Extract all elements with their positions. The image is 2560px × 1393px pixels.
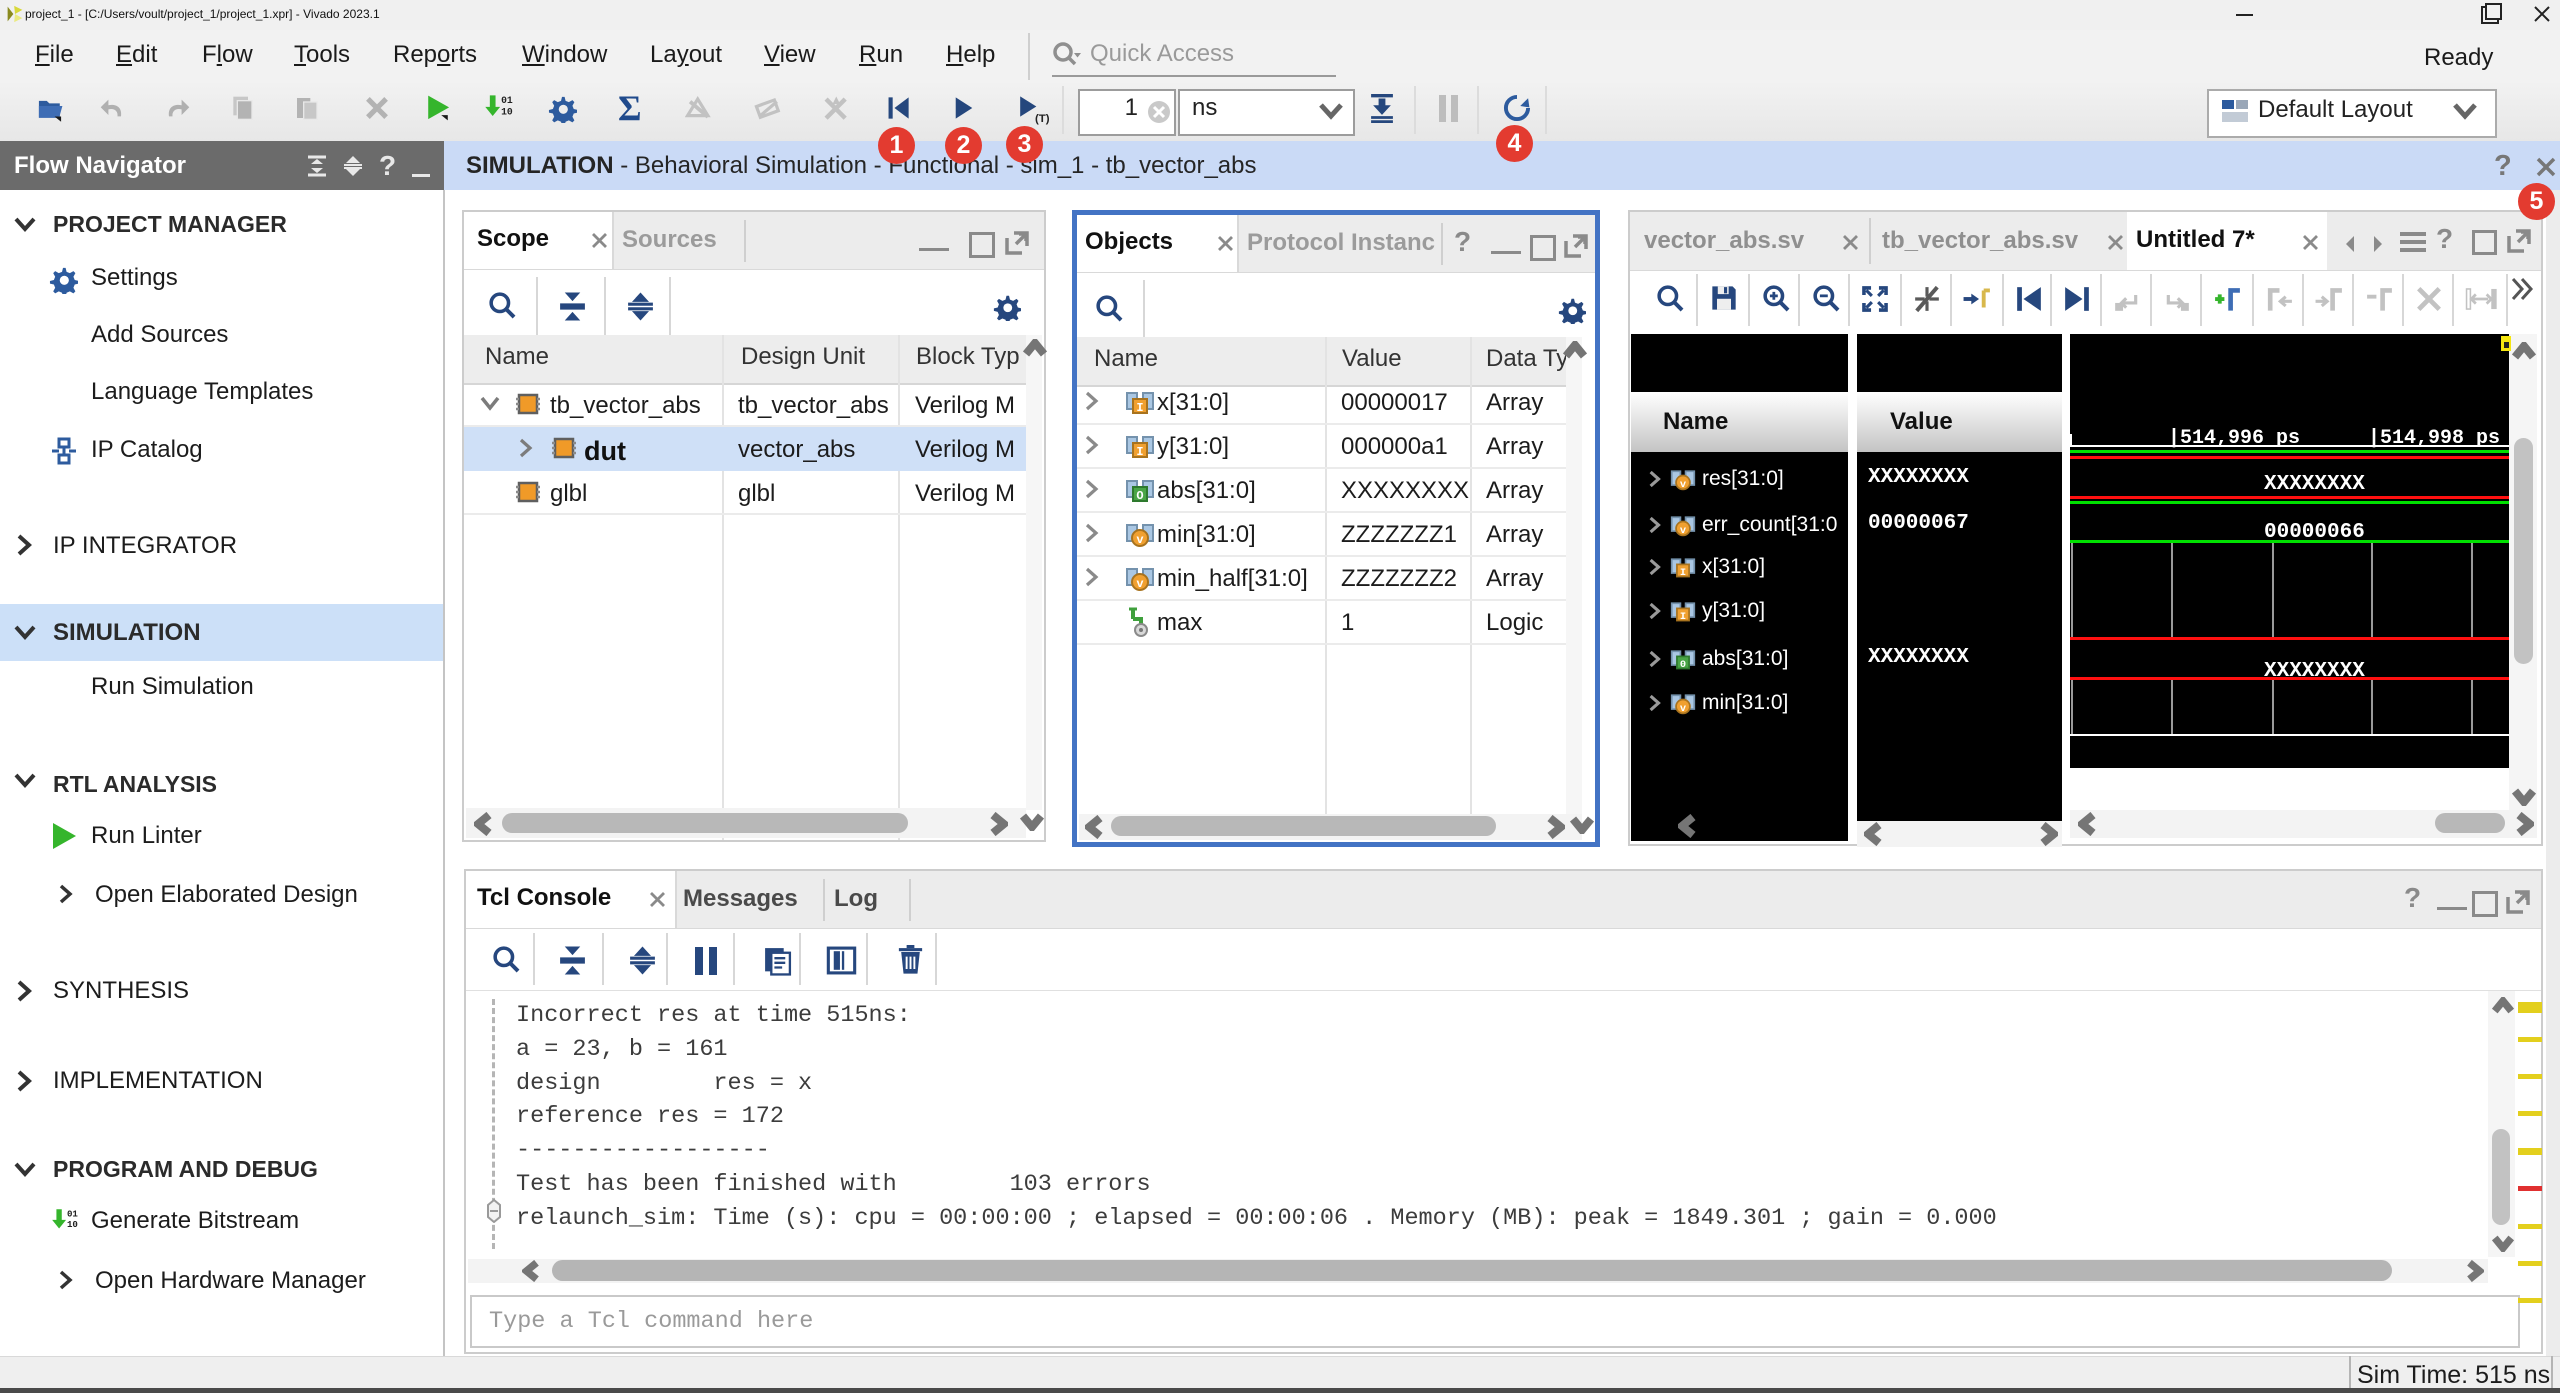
svg-text:I: I [1136,445,1143,459]
svg-text:v: v [1136,577,1143,591]
svg-text:I: I [1136,401,1143,415]
svg-text:01: 01 [501,95,513,106]
svg-text:v: v [1136,533,1143,547]
svg-text:0: 0 [1680,659,1686,671]
svg-text:I: I [1680,611,1686,623]
svg-text:(T): (T) [1035,113,1050,125]
svg-text:v: v [1680,479,1687,491]
svg-text:I: I [1680,567,1686,579]
svg-text:01: 01 [67,1208,78,1219]
svg-text:10: 10 [67,1219,78,1230]
svg-text:O: O [1136,489,1143,503]
svg-text:v: v [1680,525,1687,537]
svg-text:v: v [1680,703,1687,715]
svg-text:10: 10 [501,106,513,117]
